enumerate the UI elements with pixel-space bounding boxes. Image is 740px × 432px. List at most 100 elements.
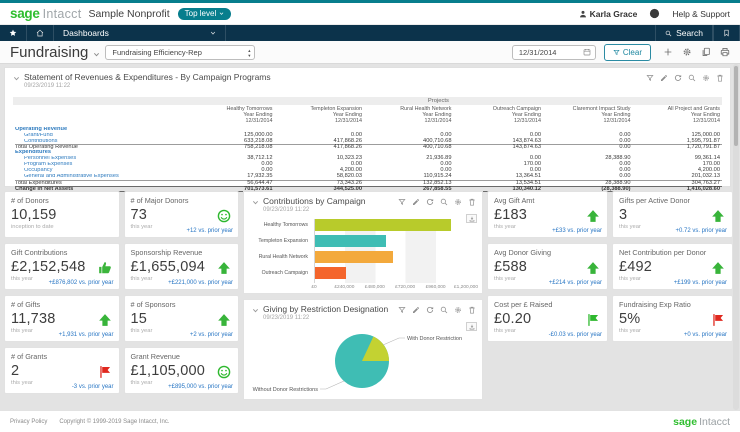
- refresh-icon[interactable]: [426, 306, 434, 314]
- edit-pencil-icon[interactable]: [412, 198, 420, 206]
- bar-segment[interactable]: [315, 251, 393, 263]
- dashboard-select[interactable]: Fundraising Efficiency-Rep ▲▼: [105, 45, 255, 60]
- kpi-card[interactable]: # of Gifts 11,738 this year +1,931 vs. p…: [4, 295, 120, 342]
- vertical-scrollbar[interactable]: [733, 64, 739, 410]
- trash-icon[interactable]: [716, 74, 724, 82]
- duplicate-icon[interactable]: [701, 47, 711, 57]
- kpi-grid-left: # of Donors 10,159 inception to date # o…: [4, 191, 239, 394]
- row-label[interactable]: Contributions: [15, 139, 185, 145]
- trash-icon[interactable]: [468, 306, 476, 314]
- zoom-icon[interactable]: [440, 306, 448, 314]
- kpi-value: £183: [494, 207, 601, 223]
- global-search-button[interactable]: Search: [655, 25, 713, 41]
- person-icon: [579, 10, 587, 18]
- notification-icon[interactable]: [649, 8, 660, 19]
- bar-category-label: Healthy Tomorrows: [248, 219, 312, 235]
- collapse-chevron-icon[interactable]: [252, 199, 259, 206]
- row-label[interactable]: General and Administrative Expenses: [15, 174, 185, 180]
- calendar-icon: [583, 48, 591, 56]
- dashboards-menu[interactable]: Dashboards: [54, 25, 226, 41]
- up-arrow-icon: [217, 261, 231, 275]
- dashboards-label: Dashboards: [63, 28, 109, 38]
- kpi-card[interactable]: Grant Revenue £1,105,000 this year +£895…: [124, 347, 240, 394]
- chart-timestamp: 09/23/2019 11:22: [263, 315, 398, 321]
- refresh-icon[interactable]: [426, 198, 434, 206]
- red-flag-icon: [98, 365, 112, 379]
- export-chart-icon[interactable]: [466, 214, 477, 223]
- bar-category-label: Rural Health Network: [248, 251, 312, 267]
- bar-segment[interactable]: [315, 235, 386, 247]
- chevron-down-icon[interactable]: [93, 51, 100, 58]
- cell-value: 17,932.35: [185, 174, 275, 180]
- privacy-policy-link[interactable]: Privacy Policy: [10, 419, 47, 425]
- home-button[interactable]: [27, 25, 54, 41]
- main-navbar: Dashboards Search: [0, 25, 740, 41]
- kpi-delta: +0 vs. prior year: [684, 332, 727, 338]
- chevron-down-icon: [210, 30, 216, 36]
- kpi-value: £492: [619, 259, 726, 275]
- gear-icon[interactable]: [454, 198, 462, 206]
- kpi-card[interactable]: # of Sponsors 15 this year +2 vs. prior …: [124, 295, 240, 342]
- copyright-text: Copyright © 1999-2019 Sage Intacct, Inc.: [59, 419, 169, 425]
- kpi-card[interactable]: # of Donors 10,159 inception to date: [4, 191, 120, 238]
- search-icon: [665, 30, 672, 37]
- kpi-delta: +£33 vs. prior year: [552, 228, 602, 234]
- bar-segment[interactable]: [315, 219, 451, 231]
- favorites-star-button[interactable]: [0, 25, 27, 41]
- user-menu[interactable]: Karla Grace: [579, 9, 638, 19]
- kpi-title: Net Contribution per Donor: [619, 248, 726, 257]
- kpi-delta: +2 vs. prior year: [190, 332, 233, 338]
- row-label: Total Expenditures: [15, 181, 185, 187]
- up-arrow-icon: [98, 313, 112, 327]
- gear-icon[interactable]: [682, 47, 692, 57]
- up-arrow-icon: [711, 209, 725, 223]
- as-of-date-input[interactable]: 12/31/2014: [512, 45, 596, 60]
- kpi-card[interactable]: Gifts per Active Donor 3 this year +0.72…: [612, 191, 733, 238]
- kpi-card[interactable]: # of Grants 2 this year -3 vs. prior yea…: [4, 347, 120, 394]
- help-support-link[interactable]: Help & Support: [672, 9, 730, 19]
- add-component-icon[interactable]: [663, 47, 673, 57]
- clear-filter-button[interactable]: Clear: [604, 44, 651, 61]
- top-level-button[interactable]: Top level: [178, 8, 232, 20]
- trash-icon[interactable]: [468, 198, 476, 206]
- kpi-card[interactable]: Cost per £ Raised £0.20 this year -£0.03…: [487, 295, 608, 342]
- kpi-card[interactable]: Avg Gift Amt £183 this year +£33 vs. pri…: [487, 191, 608, 238]
- report-table: Healthy Tomorrows Year Ending 12/31/2014…: [15, 107, 722, 192]
- kpi-card[interactable]: Gift Contributions £2,152,548 this year …: [4, 243, 120, 290]
- kpi-title: # of Sponsors: [131, 300, 233, 309]
- filter-icon[interactable]: [398, 306, 406, 314]
- chart-timestamp: 09/23/2019 11:22: [263, 207, 398, 213]
- kpi-card[interactable]: Net Contribution per Donor £492 this yea…: [612, 243, 733, 290]
- red-flag-icon: [711, 313, 725, 327]
- filter-icon[interactable]: [398, 198, 406, 206]
- table-row: General and Administrative Expenses 17,9…: [15, 174, 722, 180]
- gear-icon[interactable]: [454, 306, 462, 314]
- kpi-title: # of Major Donors: [131, 196, 233, 205]
- x-axis-tick-label: £960,000: [426, 285, 446, 290]
- home-icon: [36, 29, 44, 37]
- x-axis-tick-label: £240,000: [334, 285, 354, 290]
- collapse-chevron-icon[interactable]: [252, 307, 259, 314]
- bar-category-label: Templeton Expansion: [248, 235, 312, 251]
- filter-icon[interactable]: [646, 74, 654, 82]
- kpi-value: 5%: [619, 311, 726, 327]
- kpi-card[interactable]: Avg Donor Giving £588 this year +£214 vs…: [487, 243, 608, 290]
- kpi-card[interactable]: Fundraising Exp Ratio 5% this year +0 vs…: [612, 295, 733, 342]
- edit-pencil-icon[interactable]: [412, 306, 420, 314]
- collapse-chevron-icon[interactable]: [13, 75, 20, 82]
- kpi-card[interactable]: Sponsorship Revenue £1,655,094 this year…: [124, 243, 240, 290]
- bar-category-label: Outreach Campaign: [248, 267, 312, 283]
- gear-icon[interactable]: [702, 74, 710, 82]
- kpi-title: Gift Contributions: [11, 248, 113, 257]
- zoom-icon[interactable]: [440, 198, 448, 206]
- refresh-icon[interactable]: [674, 74, 682, 82]
- intacct-logo: Intacct: [43, 7, 82, 21]
- edit-pencil-icon[interactable]: [660, 74, 668, 82]
- kpi-card[interactable]: # of Major Donors 73 this year +12 vs. p…: [124, 191, 240, 238]
- scrollbar-thumb[interactable]: [734, 66, 738, 146]
- zoom-icon[interactable]: [688, 74, 696, 82]
- printer-icon[interactable]: [720, 47, 730, 57]
- bar-segment[interactable]: [315, 267, 346, 279]
- kpi-delta: +1,931 vs. prior year: [59, 332, 114, 338]
- bookmark-button[interactable]: [713, 25, 740, 41]
